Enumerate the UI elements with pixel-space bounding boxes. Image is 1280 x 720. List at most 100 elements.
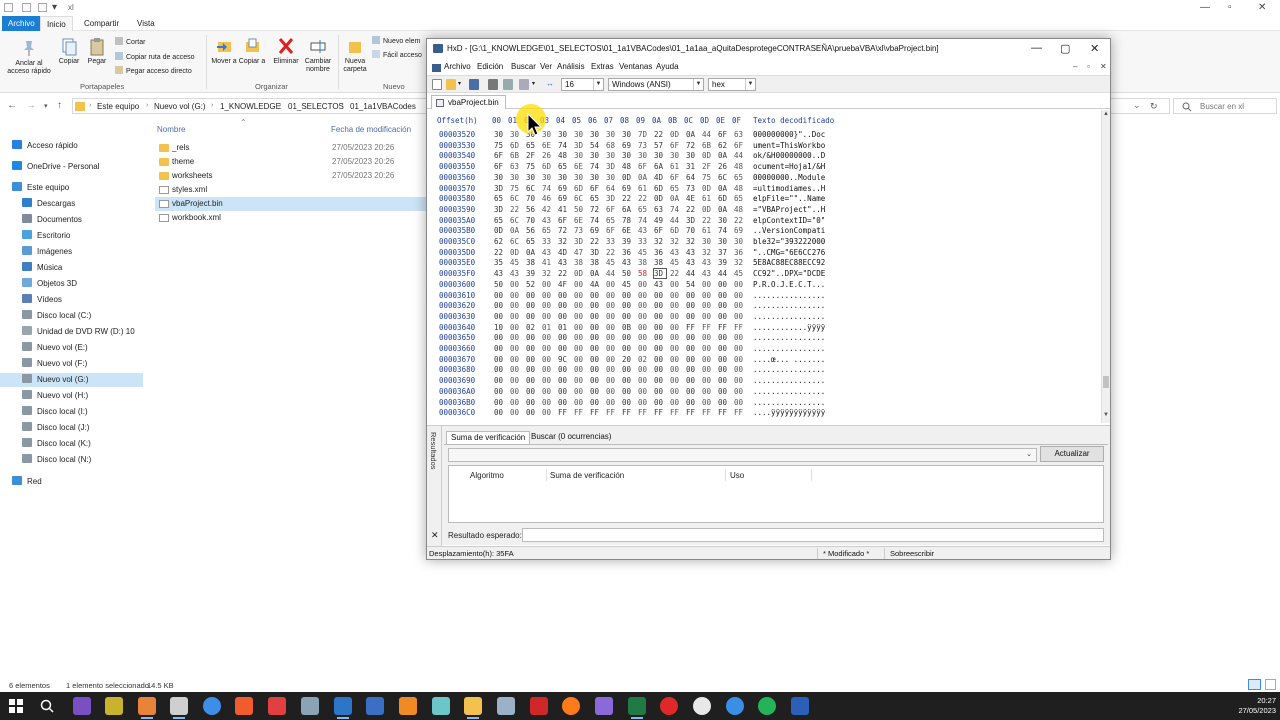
sidebar-item[interactable]: Disco local (C:) <box>22 309 91 323</box>
search-box[interactable]: Buscar en xl <box>1173 98 1277 114</box>
hex-byte[interactable]: 6F <box>734 141 746 150</box>
hex-byte[interactable]: 38 <box>574 258 586 267</box>
hex-byte[interactable]: 33 <box>606 237 618 246</box>
hex-byte[interactable]: 0D <box>574 269 586 278</box>
maximize-icon[interactable]: ▫ <box>1228 2 1232 13</box>
hex-byte[interactable]: 30 <box>638 151 650 160</box>
hex-byte[interactable]: 64 <box>686 173 698 182</box>
hex-byte[interactable]: 00 <box>734 333 746 342</box>
hex-byte[interactable]: 00 <box>510 291 522 300</box>
hex-byte[interactable]: 0D <box>702 151 714 160</box>
hex-byte[interactable]: 00 <box>654 291 666 300</box>
hex-byte[interactable]: 6F <box>558 216 570 225</box>
hex-byte[interactable]: 00 <box>510 301 522 310</box>
hex-byte[interactable]: 6D <box>574 184 586 193</box>
hex-byte[interactable]: 00 <box>654 355 666 364</box>
hex-byte[interactable]: 22 <box>638 194 650 203</box>
menu-ayuda[interactable]: Ayuda <box>656 62 679 71</box>
hex-byte[interactable]: 69 <box>590 226 602 235</box>
tab-share[interactable]: Compartir <box>78 16 125 31</box>
hex-byte[interactable]: 00 <box>526 301 538 310</box>
search-icon[interactable] <box>40 699 54 713</box>
new-folder-button[interactable]: Nueva carpeta <box>340 37 370 74</box>
hex-byte[interactable]: 36 <box>622 248 634 257</box>
hex-byte[interactable]: 00 <box>542 365 554 374</box>
hex-byte[interactable]: 65 <box>590 194 602 203</box>
hex-byte[interactable]: 00 <box>542 291 554 300</box>
hex-byte[interactable]: 00 <box>702 312 714 321</box>
hex-byte[interactable]: 00 <box>542 408 554 417</box>
file-row[interactable]: worksheets 27/05/2023 20:26 <box>155 169 430 183</box>
hex-byte[interactable]: 0A <box>718 151 730 160</box>
hex-byte[interactable]: 65 <box>734 173 746 182</box>
easy-access-button[interactable]: Fácil acceso <box>372 50 422 59</box>
hex-byte[interactable]: 38 <box>590 258 602 267</box>
hex-byte[interactable]: 00 <box>638 301 650 310</box>
hex-byte[interactable]: 00 <box>670 312 682 321</box>
hex-byte[interactable]: 00 <box>622 344 634 353</box>
sidebar-item[interactable]: Nuevo vol (H:) <box>22 389 88 403</box>
hex-byte[interactable]: 74 <box>718 226 730 235</box>
hex-byte[interactable]: 50 <box>574 205 586 214</box>
hex-byte[interactable]: 41 <box>558 205 570 214</box>
hex-byte[interactable]: 00 <box>654 301 666 310</box>
hex-byte[interactable]: 00 <box>590 301 602 310</box>
hex-byte[interactable]: 50 <box>494 280 506 289</box>
file-row[interactable]: vbaProject.bin <box>155 197 430 211</box>
hex-byte[interactable]: 00 <box>686 291 698 300</box>
algorithm-select[interactable]: ⌄ <box>448 448 1037 462</box>
hex-byte[interactable]: 6D <box>542 162 554 171</box>
new-item-button[interactable]: Nuevo elem <box>372 36 420 45</box>
hex-byte[interactable]: 65 <box>526 141 538 150</box>
hex-byte[interactable]: 49 <box>654 216 666 225</box>
hex-byte[interactable]: 00 <box>558 333 570 342</box>
hex-byte[interactable]: 00 <box>638 376 650 385</box>
chevron-down-icon[interactable]: ▾ <box>532 80 535 87</box>
hex-byte[interactable]: FF <box>734 323 746 332</box>
sidebar-item[interactable]: Descargas <box>22 197 75 211</box>
hex-byte[interactable]: 00 <box>702 387 714 396</box>
hex-byte[interactable]: 00 <box>702 398 714 407</box>
hex-byte[interactable]: 00 <box>590 323 602 332</box>
hex-byte[interactable]: 43 <box>686 248 698 257</box>
hex-byte[interactable]: 32 <box>670 237 682 246</box>
hex-byte[interactable]: 00 <box>638 280 650 289</box>
hex-byte[interactable]: 3D <box>606 162 618 171</box>
hex-byte[interactable]: 0A <box>718 205 730 214</box>
hex-byte[interactable]: 73 <box>574 226 586 235</box>
hex-byte[interactable]: 00 <box>590 387 602 396</box>
app-chat-icon[interactable] <box>726 697 744 715</box>
hex-byte[interactable]: 00 <box>670 333 682 342</box>
hex-byte[interactable]: 73 <box>638 141 650 150</box>
hex-byte[interactable]: FF <box>638 408 650 417</box>
hex-byte[interactable]: 38 <box>526 258 538 267</box>
hex-byte[interactable]: 48 <box>734 184 746 193</box>
hex-byte[interactable]: 6C <box>574 194 586 203</box>
hex-byte[interactable]: 00 <box>686 355 698 364</box>
hex-byte[interactable]: 00 <box>542 280 554 289</box>
hex-byte[interactable]: 36 <box>734 248 746 257</box>
hex-byte[interactable]: 00 <box>494 398 506 407</box>
hex-byte[interactable]: 00 <box>590 376 602 385</box>
hex-byte[interactable]: 45 <box>510 258 522 267</box>
hex-byte[interactable]: 00 <box>638 344 650 353</box>
hex-byte[interactable]: 00 <box>718 398 730 407</box>
menu-ver[interactable]: Ver <box>540 62 552 71</box>
hex-byte[interactable]: FF <box>574 408 586 417</box>
hex-byte[interactable]: 00 <box>606 323 618 332</box>
hex-byte[interactable]: 00 <box>510 323 522 332</box>
hex-byte[interactable]: 6D <box>510 141 522 150</box>
column-header-algorithm[interactable]: Algoritmo <box>470 471 504 480</box>
hex-byte[interactable]: 6D <box>718 194 730 203</box>
hex-byte[interactable]: 00 <box>590 291 602 300</box>
hex-byte[interactable]: 6E <box>542 141 554 150</box>
hex-byte[interactable]: 22 <box>654 130 666 139</box>
notepad-plus-icon[interactable] <box>105 697 123 715</box>
hex-byte[interactable]: 78 <box>622 216 634 225</box>
hex-byte[interactable]: 58 <box>638 269 650 278</box>
hex-byte[interactable]: 00 <box>574 344 586 353</box>
properties-icon[interactable] <box>503 79 513 90</box>
tab-search-results[interactable]: Buscar (0 ocurrencias) <box>527 431 615 444</box>
hex-byte[interactable]: 0A <box>718 184 730 193</box>
hex-byte[interactable]: FF <box>558 408 570 417</box>
